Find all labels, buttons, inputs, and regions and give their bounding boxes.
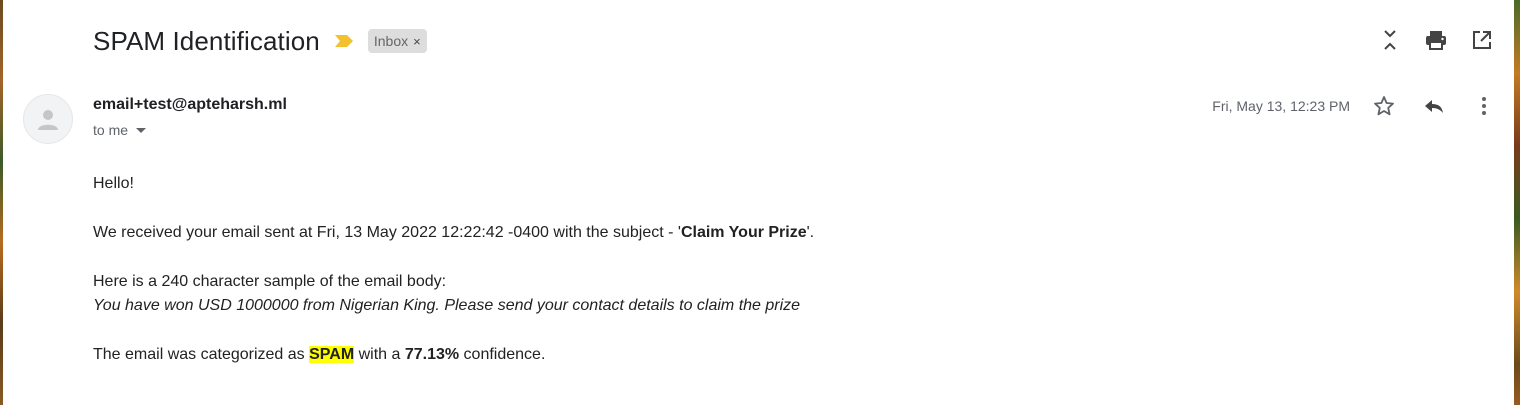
- result-suffix: confidence.: [459, 346, 546, 363]
- message-meta: Fri, May 13, 12:23 PM: [1212, 94, 1496, 118]
- recipient-label: to me: [93, 122, 129, 138]
- print-icon[interactable]: [1424, 28, 1448, 52]
- message-actions: [1372, 94, 1496, 118]
- subject-row: SPAM Identification Inbox ×: [93, 24, 427, 58]
- result-prefix: The email was categorized as: [93, 346, 310, 363]
- remove-label-icon[interactable]: ×: [413, 34, 421, 49]
- confidence-value: 77.13%: [404, 346, 460, 363]
- desktop-edge-right: [1514, 0, 1520, 405]
- sample-text: You have won USD 1000000 from Nigerian K…: [93, 297, 801, 314]
- received-subject: Claim Your Prize: [680, 224, 807, 241]
- thread-actions: [1378, 28, 1494, 52]
- desktop-edge-left: [0, 0, 3, 405]
- show-details-dropdown-icon[interactable]: [136, 127, 147, 133]
- star-icon[interactable]: [1372, 94, 1396, 118]
- spam-category-highlight: SPAM: [309, 346, 355, 363]
- greeting: Hello!: [93, 175, 134, 192]
- more-options-icon[interactable]: [1472, 94, 1496, 118]
- importance-marker-icon[interactable]: [334, 34, 354, 48]
- recipient-details[interactable]: to me: [93, 122, 147, 138]
- message-date: Fri, May 13, 12:23 PM: [1212, 98, 1350, 114]
- subject-title: SPAM Identification: [93, 25, 320, 56]
- received-prefix: We received your email sent at Fri, 13 M…: [93, 224, 681, 241]
- reply-icon[interactable]: [1422, 94, 1446, 118]
- label-chip-inbox: Inbox ×: [367, 29, 427, 53]
- result-middle: with a: [354, 346, 405, 363]
- email-body: Hello! We received your email sent at Fr…: [93, 172, 1393, 367]
- sender-email[interactable]: email+test@apteharsh.ml: [93, 96, 287, 114]
- open-in-new-window-icon[interactable]: [1470, 28, 1494, 52]
- avatar[interactable]: [23, 94, 73, 144]
- collapse-all-icon[interactable]: [1378, 28, 1402, 52]
- received-line: We received your email sent at Fri, 13 M…: [93, 221, 1393, 245]
- received-suffix: '.: [806, 224, 815, 241]
- result-line: The email was categorized as SPAM with a…: [93, 343, 1393, 367]
- label-chip-text: Inbox: [373, 33, 409, 49]
- sample-intro: Here is a 240 character sample of the em…: [93, 273, 447, 290]
